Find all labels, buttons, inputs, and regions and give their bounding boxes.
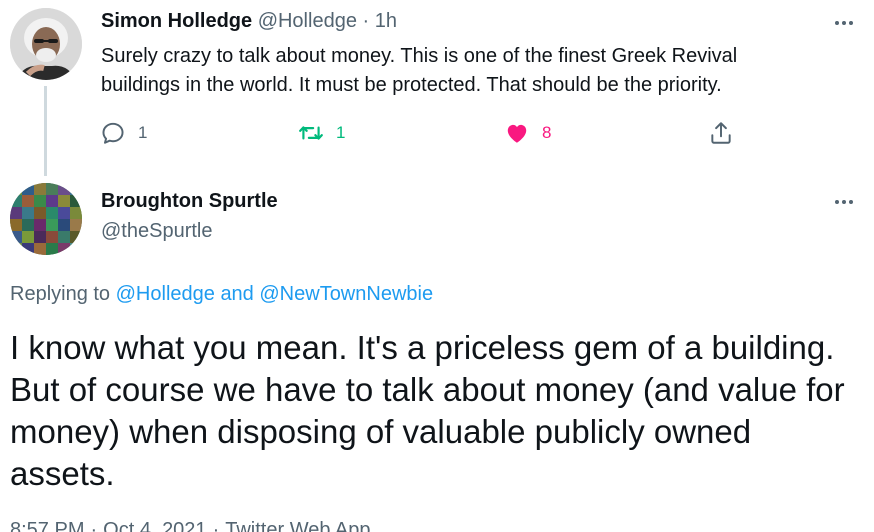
parent-time-ago[interactable]: 1h: [375, 10, 397, 32]
timestamp-time[interactable]: 8:57 PM: [10, 519, 84, 532]
avatar-image: [10, 8, 82, 80]
thread-connector-line: [44, 86, 47, 176]
parent-author-name[interactable]: Simon Holledge: [101, 10, 252, 32]
timestamp-date[interactable]: Oct 4, 2021: [103, 519, 206, 532]
avatar-broughton-spurtle[interactable]: [10, 183, 82, 255]
more-dot-icon: [835, 200, 839, 204]
more-dot-icon: [842, 200, 846, 204]
reply-target-newtownnewbie-link[interactable]: @NewTownNewbie: [259, 283, 433, 305]
more-dot-icon: [849, 200, 853, 204]
main-tweet-text: I know what you mean. It's a priceless g…: [10, 329, 845, 492]
reply-button[interactable]: 1: [100, 116, 147, 150]
parent-tweet-header: Simon Holledge @Holledge · 1h: [101, 8, 397, 34]
more-dot-icon: [835, 21, 839, 25]
retweet-icon: [299, 126, 323, 140]
parent-more-options-button[interactable]: [829, 13, 859, 33]
timestamp-separator: ·: [90, 519, 98, 532]
parent-meta-separator: ·: [362, 10, 370, 32]
main-author-name[interactable]: Broughton Spurtle: [101, 188, 278, 214]
more-dot-icon: [842, 21, 846, 25]
reply-target-holledge-link[interactable]: @Holledge: [116, 283, 215, 305]
tweet-timestamp: 8:57 PM · Oct 4, 2021 · Twitter Web App: [10, 517, 371, 532]
reply-count: 1: [138, 123, 148, 142]
parent-author-handle[interactable]: @Holledge: [258, 10, 357, 32]
main-more-options-button[interactable]: [829, 192, 859, 212]
reply-icon: [102, 122, 124, 144]
heart-icon: [507, 124, 527, 143]
parent-tweet-actions: 1 1 8: [100, 116, 750, 150]
avatar-simon-holledge[interactable]: [10, 8, 82, 80]
tweet-thread: Simon Holledge @Holledge · 1h Surely cra…: [0, 0, 874, 532]
replying-to-line: Replying to @Holledge and @NewTownNewbie: [10, 281, 433, 307]
share-icon: [711, 122, 731, 144]
timestamp-separator: ·: [212, 519, 220, 532]
like-count: 8: [542, 123, 552, 142]
parent-tweet-text: Surely crazy to talk about money. This i…: [101, 45, 738, 96]
replying-to-and[interactable]: and: [220, 283, 253, 305]
timestamp-source[interactable]: Twitter Web App: [225, 519, 370, 532]
main-author-handle[interactable]: @theSpurtle: [101, 218, 212, 244]
retweet-button[interactable]: 1: [298, 116, 345, 150]
more-dot-icon: [849, 21, 853, 25]
share-button[interactable]: [708, 116, 734, 150]
like-button[interactable]: 8: [504, 116, 551, 150]
avatar-image: [10, 183, 82, 255]
replying-to-label: Replying to: [10, 283, 111, 305]
retweet-count: 1: [336, 123, 346, 142]
